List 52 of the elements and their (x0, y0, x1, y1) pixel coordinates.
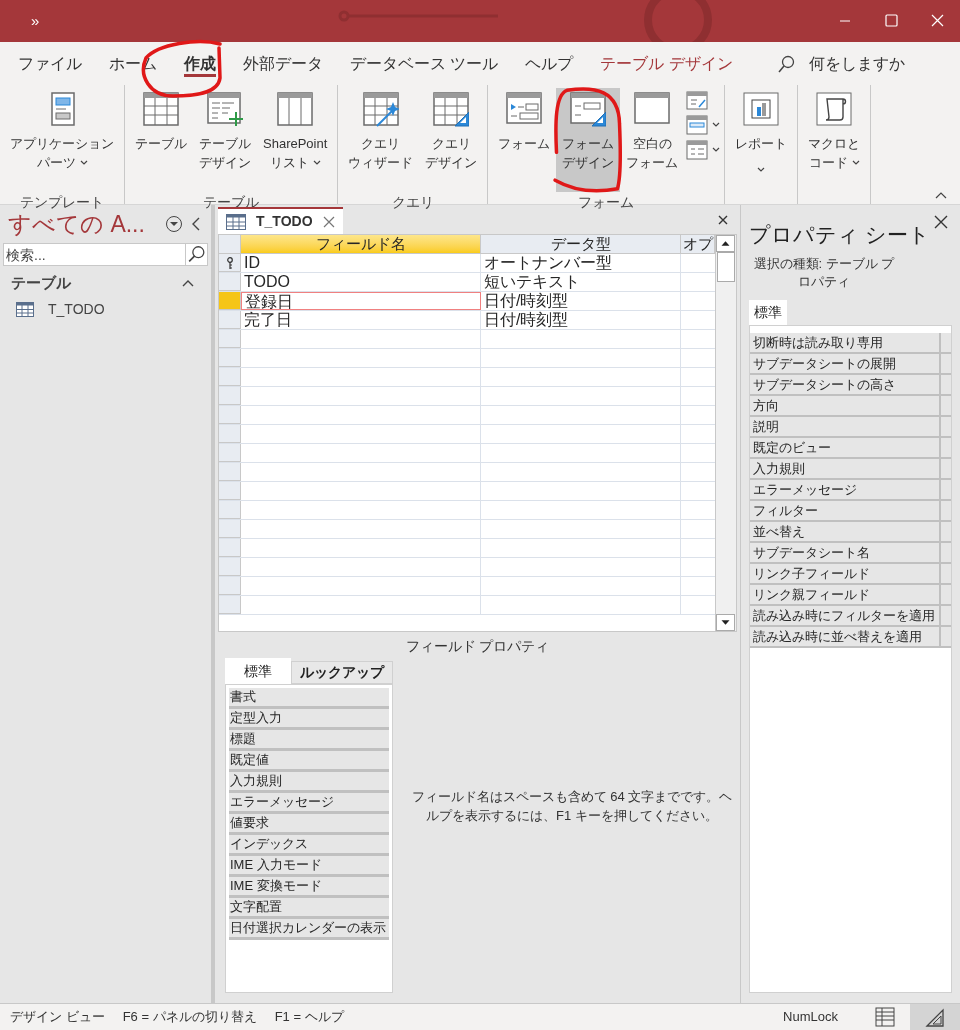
table-cell[interactable]: 短いテキスト (481, 273, 681, 291)
property-label: 既定値 (229, 751, 389, 772)
property-label: 値要求 (229, 814, 389, 835)
group-label: フォーム (577, 193, 636, 212)
property-label: 切断時は読み取り専用 (750, 332, 941, 352)
table-cell[interactable]: オートナンバー型 (481, 254, 681, 272)
group-label: テンプレート (19, 193, 105, 212)
section-title: フィールド プロパティ (404, 637, 551, 656)
nav-item[interactable]: T_TODO (0, 296, 211, 322)
group-label: クエリ (390, 193, 435, 212)
ribbon-tab[interactable]: 作成 (184, 42, 216, 85)
status-indicator: NumLock (783, 1008, 838, 1027)
table-cell[interactable]: 登録日 (241, 292, 481, 310)
property-label: 書式 (229, 688, 389, 709)
property-label: IME 変換モード (229, 877, 389, 898)
status-text: デザイン ビュー (10, 1008, 105, 1027)
section-header[interactable]: テーブル (11, 271, 182, 295)
column-header[interactable]: フィールド名 (241, 235, 481, 253)
table-cell[interactable]: ID (241, 254, 481, 272)
table-cell[interactable]: 日付/時刻型 (481, 292, 681, 310)
table-cell[interactable]: TODO (241, 273, 481, 291)
tab-label: T_TODO (256, 212, 313, 231)
status-text: F1 = ヘルプ (274, 1008, 344, 1027)
nav-pane-title: すべての A... (8, 209, 146, 239)
ribbon-tab[interactable]: データベース ツール (350, 42, 499, 85)
property-label: エラーメッセージ (229, 793, 389, 814)
quick-access-button[interactable]: » (31, 9, 40, 33)
status-text: F6 = パネルの切り替え (122, 1008, 257, 1027)
property-label: 日付選択カレンダーの表示 (229, 919, 389, 940)
property-label: インデックス (229, 835, 389, 856)
ribbon-tab[interactable]: ファイル (18, 42, 82, 85)
search-field[interactable]: 検索... (3, 243, 186, 266)
ribbon-tab[interactable]: 外部データ (243, 42, 323, 85)
selection-type: 選択の種類: テーブル プロパティ (752, 254, 896, 291)
property-label: IME 入力モード (229, 856, 389, 877)
document-tab[interactable]: T_TODO (218, 207, 343, 234)
ribbon-tab[interactable]: ヘルプ (525, 42, 574, 85)
ribbon-tab[interactable]: テーブル デザイン (600, 42, 733, 85)
column-header[interactable]: オプ (681, 235, 715, 253)
table-cell[interactable]: 日付/時刻型 (481, 311, 681, 329)
property-tab[interactable]: ルックアップ (291, 661, 393, 684)
property-label: 入力規則 (229, 772, 389, 793)
panel-title: プロパティ シート (749, 222, 930, 248)
column-header[interactable]: データ型 (481, 235, 681, 253)
tell-me-field[interactable]: 何をしますか (808, 51, 905, 76)
property-tab[interactable]: 標準 (749, 299, 787, 325)
help-text: フィールド名はスペースも含めて 64 文字までです。ヘルプを表示するには、F1 キーを押してください。 (410, 787, 734, 825)
property-label: 定型入力 (229, 709, 389, 730)
property-label: 文字配置 (229, 898, 389, 919)
property-label: 標題 (229, 730, 389, 751)
property-tab[interactable]: 標準 (225, 658, 291, 684)
table-cell[interactable]: 完了日 (241, 311, 481, 329)
